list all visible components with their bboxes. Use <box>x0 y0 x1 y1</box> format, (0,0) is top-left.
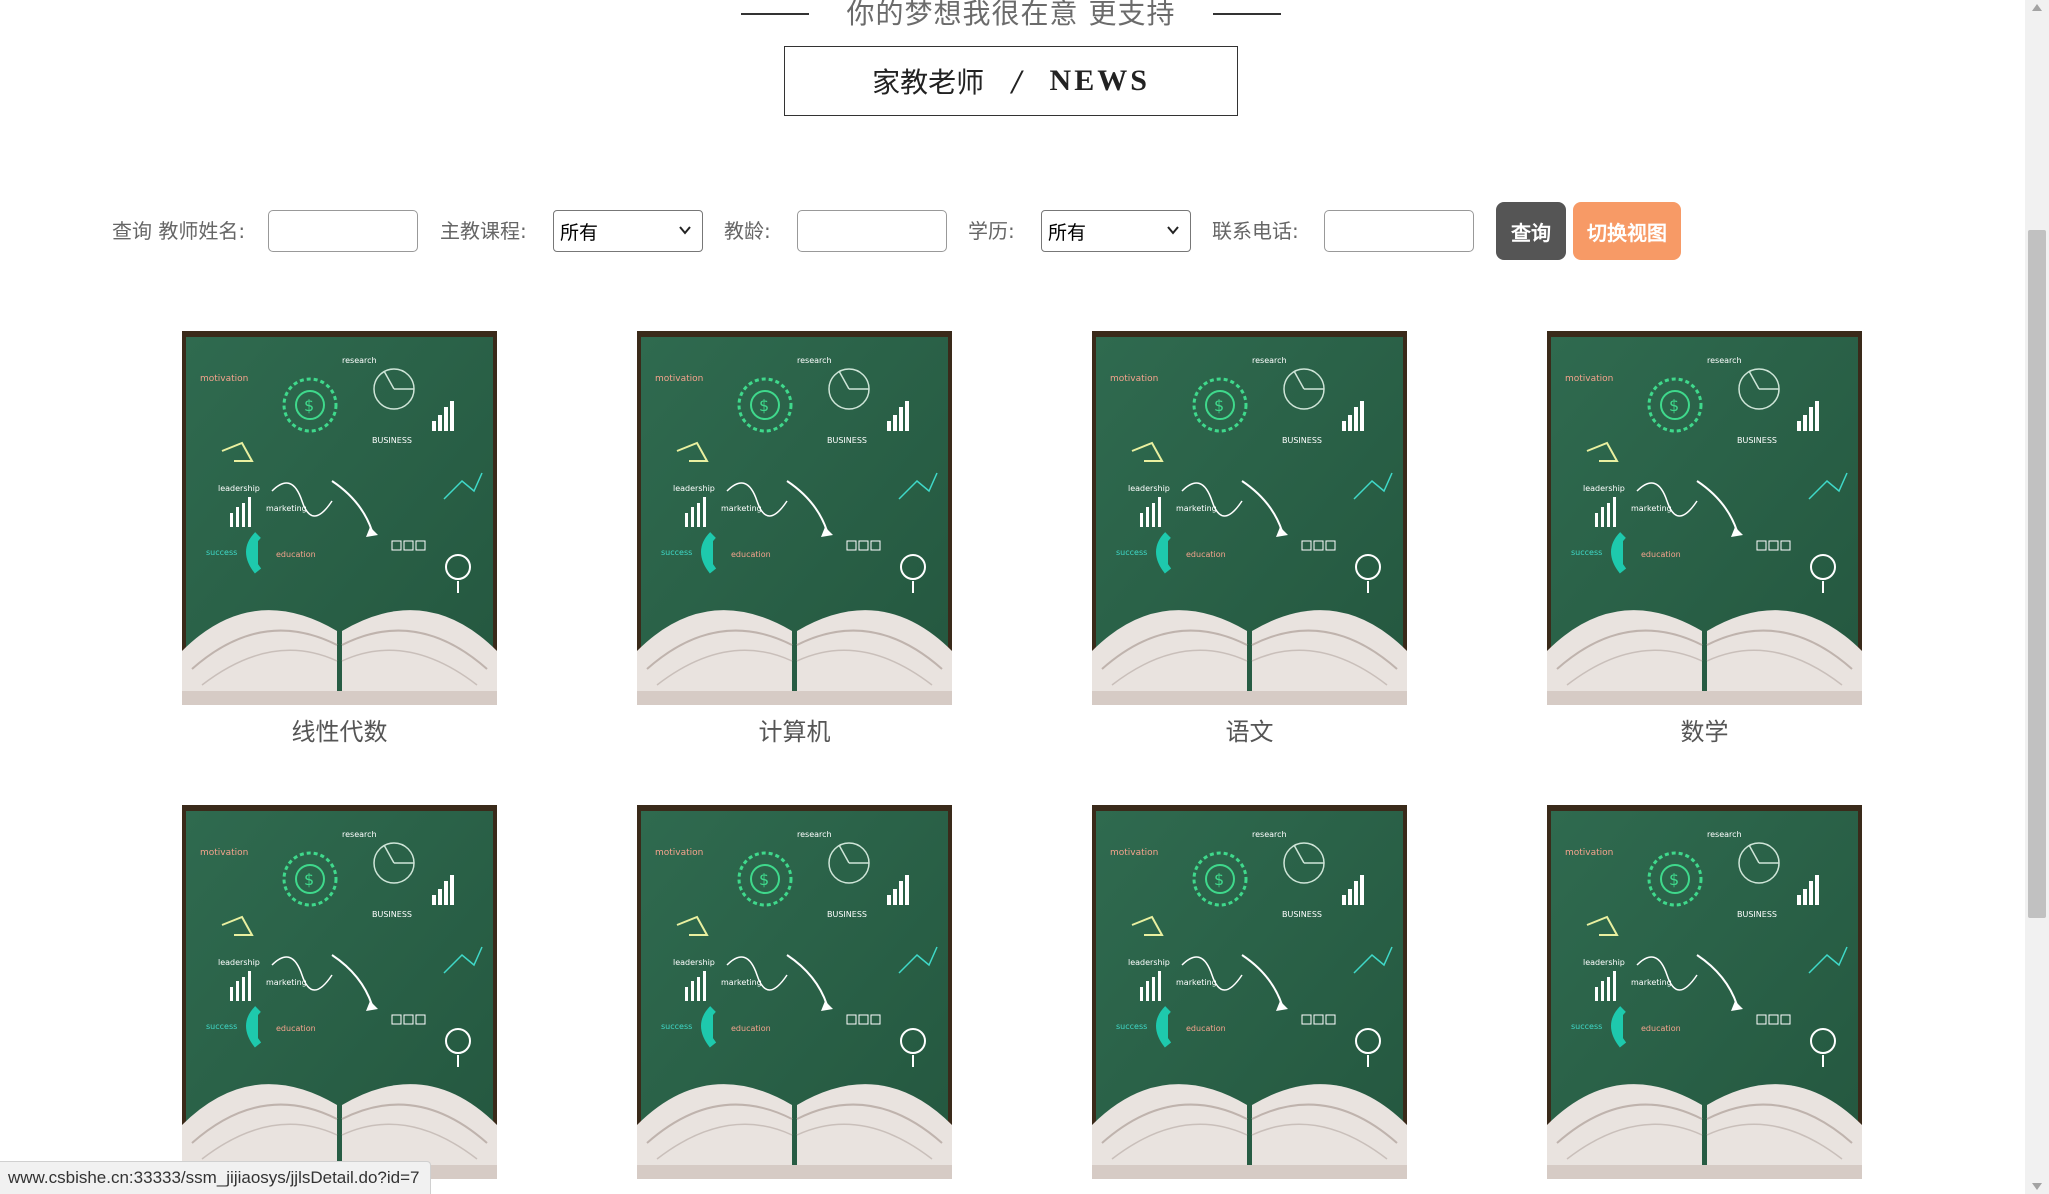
education-label: 学历: <box>968 219 1015 243</box>
teacher-card-name[interactable]: 数学 <box>1547 717 1862 747</box>
slogan-left-rule <box>740 13 809 15</box>
teacher-card-image[interactable] <box>637 331 952 705</box>
teacher-card-image[interactable] <box>1547 331 1862 705</box>
teacher-card[interactable] <box>1092 805 1407 1191</box>
education-select-value: 所有 <box>1048 221 1087 244</box>
slogan-right-rule <box>1213 13 1282 15</box>
teacher-card-image[interactable] <box>1547 805 1862 1179</box>
teacher-name-label: 查询 教师姓名: <box>112 219 246 243</box>
page: 你的梦想我很在意 更支持 家教老师 / NEWS 查询 教师姓名: 主教课程: … <box>0 0 2049 1194</box>
slogan-text: 你的梦想我很在意 更支持 <box>846 0 1176 30</box>
course-select[interactable]: 所有 <box>553 210 703 252</box>
section-title-separator: / <box>1012 64 1022 98</box>
course-select-value: 所有 <box>560 221 599 244</box>
teacher-card-name[interactable]: 线性代数 <box>182 717 497 747</box>
chevron-down-icon <box>679 226 691 235</box>
teacher-name-input[interactable] <box>268 210 418 252</box>
teacher-card[interactable] <box>637 805 952 1191</box>
phone-label: 联系电话: <box>1212 219 1299 243</box>
scrollbar-thumb[interactable] <box>2028 230 2046 918</box>
teacher-card-image[interactable] <box>182 331 497 705</box>
chevron-down-icon <box>1167 226 1179 235</box>
teacher-card-name[interactable]: 语文 <box>1092 717 1407 747</box>
section-title-cn: 家教老师 <box>872 66 985 99</box>
section-title-box: 家教老师 / NEWS <box>784 46 1238 116</box>
slogan: 你的梦想我很在意 更支持 <box>0 0 2022 32</box>
teacher-card-image[interactable] <box>1092 805 1407 1179</box>
section-title-en: NEWS <box>1049 64 1150 97</box>
teacher-card[interactable]: 语文 <box>1092 331 1407 747</box>
teaching-years-label: 教龄: <box>724 219 771 243</box>
teacher-card[interactable]: 计算机 <box>637 331 952 747</box>
teacher-card-image[interactable] <box>1092 331 1407 705</box>
vertical-scrollbar[interactable] <box>2025 0 2049 1194</box>
teacher-card-image[interactable] <box>637 805 952 1179</box>
phone-input[interactable] <box>1324 210 1474 252</box>
scroll-down-arrow-icon[interactable] <box>2032 1183 2042 1190</box>
scroll-up-arrow-icon[interactable] <box>2032 4 2042 11</box>
teacher-card[interactable]: 线性代数 <box>182 331 497 747</box>
teacher-card-image[interactable] <box>182 805 497 1179</box>
teaching-years-input[interactable] <box>797 210 947 252</box>
teacher-card[interactable]: 数学 <box>1547 331 1862 747</box>
teacher-card[interactable] <box>1547 805 1862 1191</box>
course-label: 主教课程: <box>440 219 527 243</box>
query-button[interactable]: 查询 <box>1496 202 1566 260</box>
teacher-card-name[interactable]: 计算机 <box>637 717 952 747</box>
status-bar-url: www.csbishe.cn:33333/ssm_jijiaosys/jjlsD… <box>0 1161 431 1194</box>
switch-view-button[interactable]: 切换视图 <box>1573 202 1681 260</box>
teacher-card[interactable] <box>182 805 497 1191</box>
education-select[interactable]: 所有 <box>1041 210 1191 252</box>
